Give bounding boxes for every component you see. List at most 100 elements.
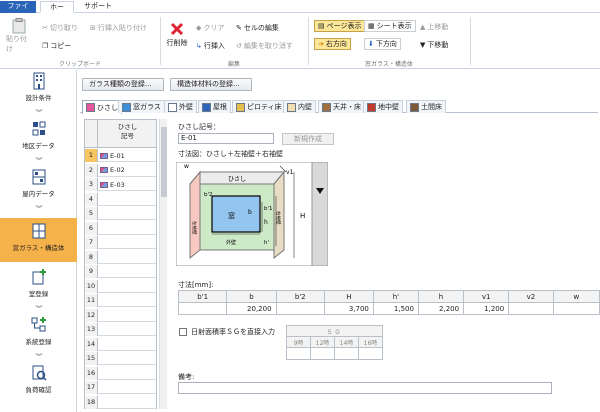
row-number[interactable]: 7 (85, 236, 98, 249)
sidebar-item-system-register[interactable]: 系統登録 (0, 316, 77, 356)
table-row[interactable]: 3 E-03 (85, 178, 156, 191)
table-row[interactable]: 8 (85, 250, 156, 264)
row-number[interactable]: 5 (85, 207, 98, 220)
sidebar-item-design-conditions[interactable]: 設計条件 (0, 72, 77, 112)
row-number[interactable]: 10 (85, 279, 98, 293)
insert-paste-button[interactable]: ⊞ 行挿入貼り付け (90, 22, 147, 33)
row-value[interactable]: E-03 (100, 178, 125, 191)
row-number[interactable]: 11 (85, 294, 98, 307)
tab-support[interactable]: サポート (78, 1, 118, 13)
row-number[interactable]: 8 (85, 250, 98, 264)
row-number[interactable]: 1 (85, 149, 98, 162)
sidebar-item-window-structure[interactable]: 窓ガラス・構造体 (0, 218, 77, 262)
remarks-input[interactable] (178, 382, 552, 394)
material-register-button[interactable]: 構造体材料の登録... (170, 78, 252, 91)
cut-button[interactable]: ✂ 切り取り (42, 22, 78, 33)
eave-icon (86, 103, 95, 112)
table-row[interactable]: 15 (85, 352, 156, 365)
table-row[interactable]: 6 (85, 221, 156, 235)
tab-earth-floor[interactable]: 土間床 (406, 100, 446, 113)
dimension-value[interactable]: 1,500 (372, 302, 419, 315)
dimension-value[interactable]: 3,700 (323, 302, 374, 315)
tab-hisashi[interactable]: ひさし (82, 100, 122, 114)
table-row[interactable]: 13 (85, 323, 156, 336)
table-row[interactable]: 12 (85, 308, 156, 322)
dimension-value[interactable] (275, 302, 325, 315)
tab-outer-wall[interactable]: 外壁 (164, 100, 197, 113)
dimension-table: b'1 b b'2 Hh' h v1 v2 w 20,200 3,700 1,500 2,200 1,… (177, 290, 600, 315)
clear-button[interactable]: ◆ クリア (196, 22, 224, 33)
row-number[interactable]: 16 (85, 366, 98, 380)
table-row[interactable]: 7 (85, 236, 156, 249)
tab-underground-wall[interactable]: 地中壁 (363, 100, 403, 113)
sg-cell[interactable] (334, 347, 359, 360)
down-direction-toggle[interactable]: ⬇ 下方向 (364, 38, 401, 50)
hisashi-list-grid: ひさし 記号 1 E-01 2 E-02 3 E-03 4 5 6 7 8 9 10 11 12 13 14 15… (84, 119, 157, 409)
move-down-button[interactable]: ▼ 下移動 (420, 39, 448, 50)
tab-window-glass[interactable]: 窓ガラス (118, 100, 165, 113)
tab-ceiling-floor[interactable]: 天井・床 (318, 100, 365, 113)
table-row[interactable]: 2 E-02 (85, 163, 156, 177)
dimension-value[interactable] (552, 302, 600, 315)
grid-scrollbar[interactable] (159, 119, 167, 409)
sidebar-item-room-register[interactable]: 室登録 (0, 268, 77, 308)
table-row[interactable]: 1 E-01 (85, 149, 156, 162)
sidebar-item-district-data[interactable]: 地区データ (0, 120, 77, 160)
table-row[interactable]: 16 (85, 366, 156, 380)
sheet-view-toggle[interactable]: ▦ シート表示 (364, 20, 416, 32)
table-row[interactable]: 5 (85, 207, 156, 220)
tab-home[interactable]: ホーム (40, 1, 74, 22)
dimension-value[interactable]: 2,200 (417, 302, 465, 315)
copy-button[interactable]: ❐ コピー (42, 40, 71, 51)
row-number[interactable]: 9 (85, 265, 98, 278)
tab-inner-wall[interactable]: 内壁 (283, 100, 316, 113)
row-number[interactable]: 15 (85, 352, 98, 365)
page-view-toggle[interactable]: ▤ ページ表示 (314, 20, 366, 32)
table-row[interactable]: 18 (85, 395, 156, 409)
insert-row-button[interactable]: ↳ 行挿入 (196, 40, 225, 51)
right-direction-toggle[interactable]: ➔ 右方向 (314, 38, 351, 50)
row-number[interactable]: 14 (85, 337, 98, 351)
sg-cell[interactable] (310, 347, 335, 360)
paste-button[interactable]: 貼り付け (6, 18, 32, 54)
move-up-button[interactable]: ▲ 上移動 (420, 21, 448, 32)
table-row[interactable]: 14 (85, 337, 156, 351)
sg-cell[interactable] (358, 347, 383, 360)
edit-cell-button[interactable]: ✎ セルの編集 (236, 22, 279, 33)
diagram-label-left-wall: 左袖壁 (191, 221, 198, 235)
dimension-value[interactable] (177, 302, 228, 315)
row-number[interactable]: 12 (85, 308, 98, 322)
row-value[interactable]: E-01 (100, 149, 125, 162)
row-number[interactable]: 6 (85, 221, 98, 235)
row-number[interactable]: 17 (85, 381, 98, 394)
dimension-value[interactable] (508, 302, 554, 315)
row-value[interactable]: E-02 (100, 164, 125, 177)
row-number[interactable]: 3 (85, 178, 98, 191)
sidebar-item-load-check[interactable]: 負荷確認 (0, 364, 77, 404)
sidebar-item-indoor-data[interactable]: 屋内データ (0, 168, 77, 208)
row-number[interactable]: 2 (85, 163, 98, 177)
table-row[interactable]: 17 (85, 381, 156, 394)
dimension-value[interactable]: 1,200 (463, 302, 510, 315)
tab-file[interactable]: ファイル (0, 1, 36, 21)
tab-roof[interactable]: 屋根 (198, 100, 231, 113)
new-create-button[interactable]: 新規作成 (282, 133, 334, 145)
table-row[interactable]: 11 (85, 294, 156, 307)
glass-register-button[interactable]: ガラス種類の登録... (82, 78, 164, 91)
cancel-edit-button[interactable]: ↺ 編集を取り消す (236, 40, 293, 51)
sg-direct-checkbox[interactable] (179, 328, 187, 336)
table-row[interactable]: 10 (85, 279, 156, 293)
sg-cell[interactable] (286, 347, 311, 360)
table-row[interactable]: 9 (85, 265, 156, 278)
dimension-value[interactable]: 20,200 (226, 302, 277, 315)
scrollbar-thumb[interactable] (161, 127, 167, 197)
ribbon-separator (470, 17, 471, 65)
row-number[interactable]: 18 (85, 395, 98, 409)
structure-tabs: ひさし 窓ガラス 外壁 屋根 ピロティ床 内壁 天井・床 地中壁 土間床 (80, 99, 598, 114)
delete-row-button[interactable]: 行削除 (164, 22, 190, 48)
table-row[interactable]: 4 (85, 192, 156, 206)
tab-piloti-floor[interactable]: ピロティ床 (232, 100, 286, 113)
row-number[interactable]: 4 (85, 192, 98, 206)
code-input[interactable]: E-01 (178, 133, 274, 144)
row-number[interactable]: 13 (85, 323, 98, 336)
